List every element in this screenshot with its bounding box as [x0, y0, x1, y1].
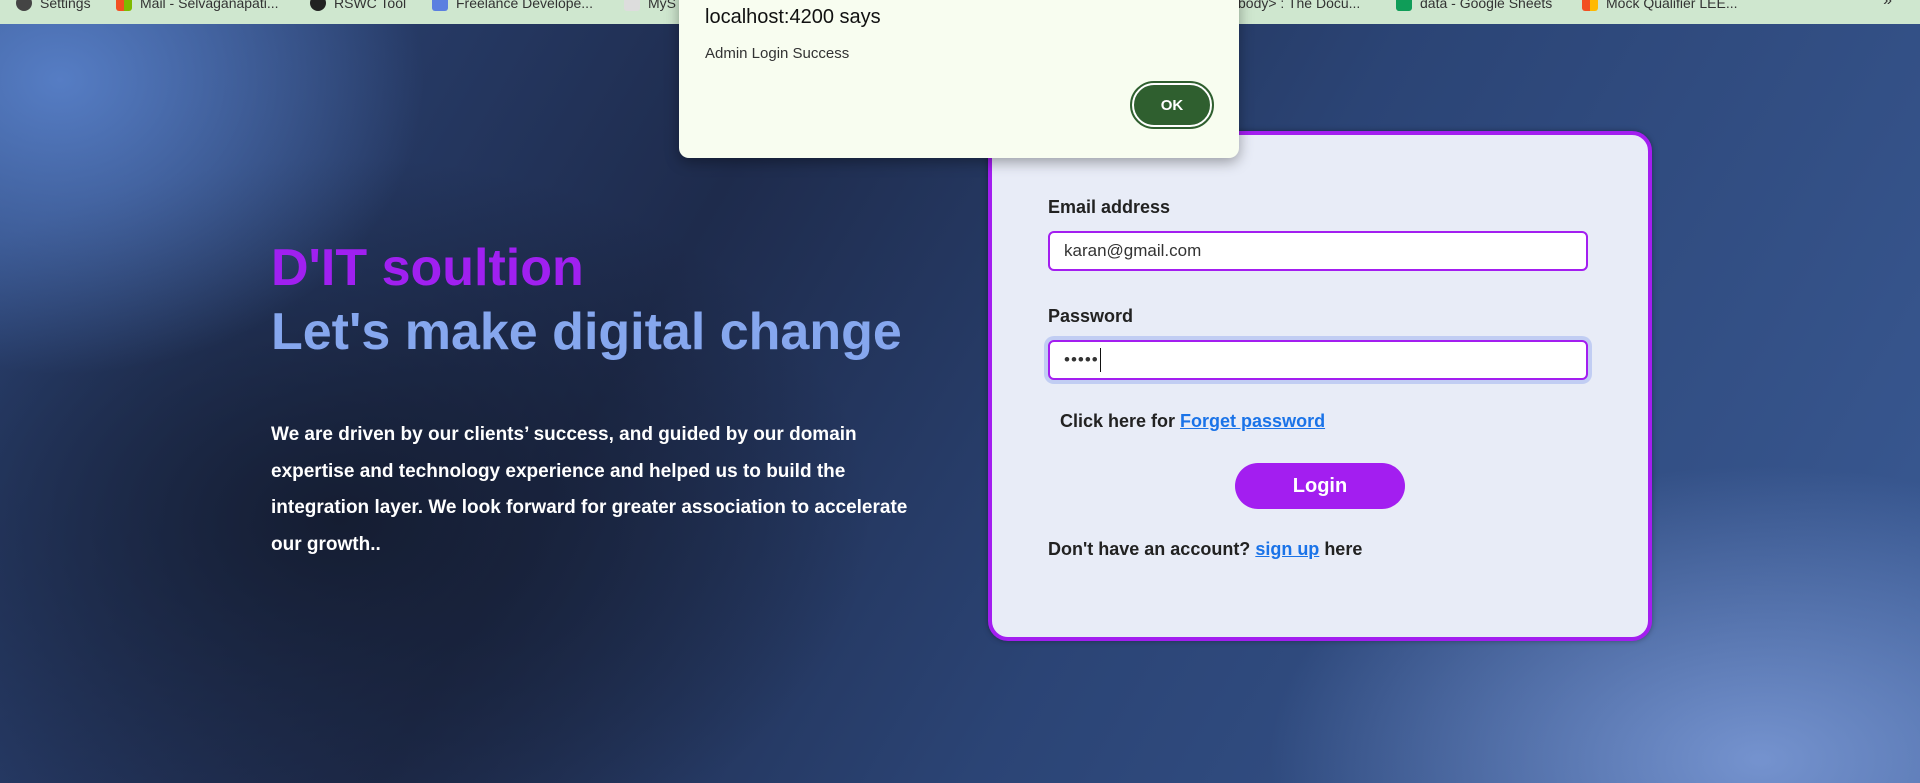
login-card: Email address karan@gmail.com Password •… — [988, 131, 1652, 641]
bookmark-mys[interactable]: MyS — [624, 0, 676, 13]
sheets-icon — [1396, 0, 1412, 11]
bookmark-label: body> : The Docu... — [1238, 0, 1361, 11]
forgot-prefix: Click here for — [1060, 411, 1181, 431]
bookmark-label: MyS — [648, 0, 676, 11]
alert-title: localhost:4200 says — [705, 6, 881, 28]
page-icon — [624, 0, 640, 11]
brand-title: D'IT soultion — [271, 239, 584, 297]
bookmark-label: Freelance Develope... — [456, 0, 593, 11]
tagline: Let's make digital change — [271, 303, 902, 361]
email-value: karan@gmail.com — [1064, 241, 1202, 260]
freelance-icon — [432, 0, 448, 11]
hero-heading: D'IT soultion Let's make digital change — [271, 236, 951, 364]
bookmark-label: Settings — [40, 0, 91, 11]
github-icon — [310, 0, 326, 11]
bookmark-mail[interactable]: Mail - Selvaganapati... — [116, 0, 279, 13]
microsoft-icon — [116, 0, 132, 11]
ok-button[interactable]: OK — [1130, 81, 1214, 129]
password-input[interactable]: ••••• — [1048, 340, 1588, 380]
login-button[interactable]: Login — [1235, 463, 1405, 509]
bookmarks-overflow-icon[interactable]: » — [1883, 0, 1892, 10]
alert-message: Admin Login Success — [705, 45, 850, 62]
password-value: ••••• — [1064, 350, 1099, 369]
alert-dialog: localhost:4200 says Admin Login Success … — [679, 0, 1239, 158]
password-label: Password — [1048, 306, 1134, 326]
bookmark-mock[interactable]: Mock Qualifier LEE... — [1582, 0, 1738, 13]
signup-prefix: Don't have an account? — [1048, 539, 1256, 559]
bookmark-label: RSWC Tool — [334, 0, 407, 11]
forgot-password-row: Click here for Forget password — [1060, 411, 1325, 432]
gear-icon — [16, 0, 32, 11]
signup-suffix: here — [1319, 539, 1363, 559]
microsoft-icon — [1582, 0, 1598, 11]
forgot-password-link[interactable]: Forget password — [1180, 411, 1325, 431]
signup-row: Don't have an account? sign up here — [1048, 539, 1362, 560]
bookmark-sheets[interactable]: data - Google Sheets — [1396, 0, 1552, 13]
signup-link[interactable]: sign up — [1255, 539, 1319, 559]
bookmark-label: Mail - Selvaganapati... — [140, 0, 279, 11]
text-caret — [1099, 348, 1101, 372]
bookmark-freelance[interactable]: Freelance Develope... — [432, 0, 593, 13]
bookmark-docs[interactable]: body> : The Docu... — [1238, 0, 1360, 13]
email-input[interactable]: karan@gmail.com — [1048, 231, 1588, 271]
hero-description: We are driven by our clients’ success, a… — [271, 424, 908, 555]
email-label: Email address — [1048, 197, 1171, 217]
bookmark-label: Mock Qualifier LEE... — [1606, 0, 1738, 11]
bookmark-rswc[interactable]: RSWC Tool — [310, 0, 406, 13]
bookmark-label: data - Google Sheets — [1420, 0, 1553, 11]
bookmark-settings[interactable]: Settings — [16, 0, 91, 13]
